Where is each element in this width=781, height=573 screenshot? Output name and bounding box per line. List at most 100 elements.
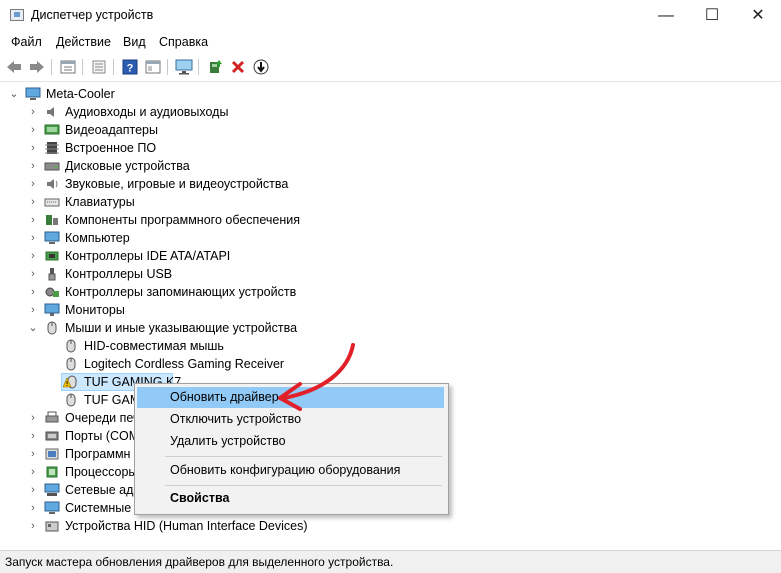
expand-chevron-icon[interactable]: › [27,283,39,301]
software-component-icon [44,213,60,227]
device-list-icon[interactable] [89,57,109,77]
menu-view[interactable]: Вид [123,35,146,49]
tree-root-label: Meta-Cooler [46,87,115,101]
software-device-icon [44,447,60,461]
expand-chevron-icon[interactable]: › [27,121,39,139]
category-label: Клавиатуры [65,195,135,209]
toolbar: ? [0,53,781,82]
collapse-chevron-icon[interactable]: ⌄ [27,319,39,337]
category-label: Контроллеры USB [65,267,173,281]
computer-icon [44,231,60,245]
expand-chevron-icon[interactable]: › [27,157,39,175]
collapse-chevron-icon[interactable]: ⌄ [8,85,20,103]
tree-category[interactable]: › Мониторы [0,301,400,319]
expand-chevron-icon[interactable]: › [27,481,39,499]
expand-chevron-icon[interactable]: › [27,409,39,427]
tree-category[interactable]: › Звуковые, игровые и видеоустройства [0,175,400,193]
hid-device-icon [44,519,60,533]
toolbar-separator [167,59,168,75]
expand-chevron-icon[interactable]: › [27,229,39,247]
usb-icon [44,267,60,281]
monitor-icon [44,303,60,317]
expand-chevron-icon[interactable]: › [27,445,39,463]
menu-uninstall-device[interactable]: Удалить устройство [137,431,444,452]
expand-chevron-icon[interactable]: › [27,301,39,319]
mouse-icon [63,339,79,353]
ide-controller-icon [44,249,60,263]
category-label: Мониторы [65,303,125,317]
annotation-arrow-icon [278,343,355,411]
category-label: Видеоадаптеры [65,123,158,137]
tree-category[interactable]: › Контроллеры запоминающих устройств [0,283,400,301]
menu-separator [165,485,442,486]
expand-chevron-icon[interactable]: › [27,517,39,535]
expand-chevron-icon[interactable]: › [27,427,39,445]
category-label: Программн [65,447,131,461]
help-icon[interactable]: ? [120,57,140,77]
status-text: Запуск мастера обновления драйверов для … [5,555,394,569]
tree-category[interactable]: › Контроллеры IDE ATA/ATAPI [0,247,400,265]
expand-chevron-icon[interactable]: › [27,499,39,517]
device-manager-app-icon [10,9,24,21]
maximize-button[interactable]: ☐ [689,0,735,31]
device-label: Logitech Cordless Gaming Receiver [84,357,285,371]
menu-separator [165,456,442,457]
tree-category[interactable]: › Компьютер [0,229,400,247]
properties-view-icon[interactable] [58,57,78,77]
tree-category[interactable]: › Аудиовходы и аудиовыходы [0,103,400,121]
toolbar-separator [198,59,199,75]
delete-icon[interactable] [228,57,248,77]
speaker-icon [44,105,60,119]
tree-category[interactable]: › Встроенное ПО [0,139,400,157]
menu-action[interactable]: Действие [56,35,111,49]
details-icon[interactable] [143,57,163,77]
expand-chevron-icon[interactable]: › [27,139,39,157]
display-adapter-icon [44,123,60,137]
menu-help[interactable]: Справка [159,35,208,49]
download-icon[interactable] [251,57,271,77]
status-bar: Запуск мастера обновления драйверов для … [0,550,781,573]
expand-chevron-icon[interactable]: › [27,265,39,283]
tree-category[interactable]: › Видеоадаптеры [0,121,400,139]
category-label: Аудиовходы и аудиовыходы [65,105,229,119]
forward-arrow-icon[interactable] [27,57,47,77]
tree-category-expanded[interactable]: ⌄ Мыши и иные указывающие устройства [0,319,400,337]
menu-file[interactable]: Файл [11,35,42,49]
category-label: Компьютер [65,231,130,245]
category-label: Сетевые ада [65,483,141,497]
tree-category[interactable]: › Компоненты программного обеспечения [0,211,400,229]
expand-chevron-icon[interactable]: › [27,211,39,229]
expand-chevron-icon[interactable]: › [27,247,39,265]
expand-chevron-icon[interactable]: › [27,103,39,121]
warning-mouse-icon [62,375,79,389]
menu-scan-hardware[interactable]: Обновить конфигурацию оборудования [137,460,444,481]
category-label: Системные у [65,501,141,515]
back-arrow-icon[interactable] [4,57,24,77]
menu-item-label: Удалить устройство [170,434,286,448]
menu-item-label: Обновить драйвер [170,390,279,404]
category-label: Встроенное ПО [65,141,157,155]
expand-chevron-icon[interactable]: › [27,463,39,481]
category-label: Компоненты программного обеспечения [65,213,300,227]
expand-chevron-icon[interactable]: › [27,175,39,193]
tree-category[interactable]: › Контроллеры USB [0,265,400,283]
update-driver-icon[interactable] [205,57,225,77]
window-title: Диспетчер устройств [31,8,154,22]
mouse-icon [44,321,60,335]
toolbar-separator [82,59,83,75]
device-label: HID-совместимая мышь [84,339,224,353]
disk-drive-icon [44,159,60,173]
expand-chevron-icon[interactable]: › [27,193,39,211]
processor-icon [44,465,60,479]
tree-category[interactable]: › Дисковые устройства [0,157,400,175]
tree-category[interactable]: › Устройства HID (Human Interface Device… [0,517,400,535]
toolbar-separator [51,59,52,75]
minimize-button[interactable]: — [643,0,689,31]
close-button[interactable]: ✕ [735,0,781,31]
category-label: Звуковые, игровые и видеоустройства [65,177,289,191]
monitor-scan-icon[interactable] [174,57,194,77]
menu-item-label: Свойства [170,491,230,505]
menu-properties[interactable]: Свойства [137,488,444,509]
tree-category[interactable]: › Клавиатуры [0,193,400,211]
tree-root[interactable]: ⌄ Meta-Cooler [0,85,300,103]
